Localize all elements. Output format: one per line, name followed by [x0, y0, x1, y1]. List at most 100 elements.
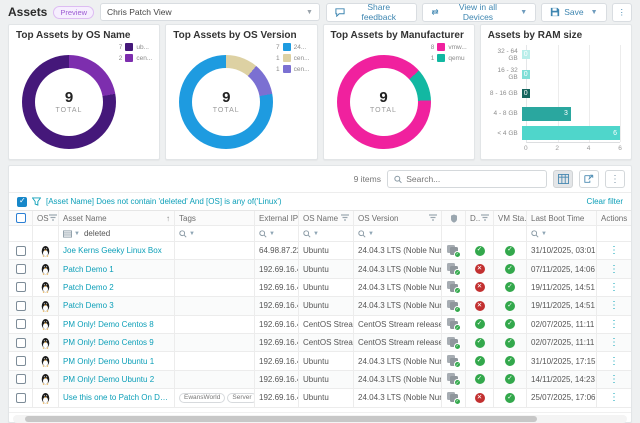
asset-name-link[interactable]: PM Only! Demo Ubuntu 2 [63, 375, 154, 384]
table-row[interactable]: Patch Demo 2 192.69.16.4 Ubuntu 24.04.3 … [9, 279, 631, 297]
asset-name-link[interactable]: Patch Demo 1 [63, 265, 114, 274]
row-checkbox[interactable] [16, 301, 26, 311]
search-input[interactable] [406, 174, 540, 184]
table-row[interactable]: Use this one to Patch On Demand EwansWor… [9, 389, 631, 407]
table-row[interactable]: Patch Demo 1 192.69.16.4 Ubuntu 24.04.3 … [9, 260, 631, 278]
table-row[interactable]: PM Only! Demo Centos 9 192.69.16.4 CentO… [9, 334, 631, 352]
view-selector-dropdown[interactable]: Chris Patch View ▼ [100, 3, 320, 21]
column-filter-icon[interactable] [49, 214, 57, 223]
row-actions-menu[interactable]: ⋮ [609, 392, 619, 403]
tags-filter-cell[interactable]: ▼ [175, 226, 255, 242]
row-actions-menu[interactable]: ⋮ [609, 264, 619, 275]
asset-name-link[interactable]: PM Only! Demo Ubuntu 1 [63, 357, 154, 366]
last-boot-filter-cell[interactable]: ▼ [527, 226, 597, 242]
asset-name-link[interactable]: Patch Demo 2 [63, 283, 114, 292]
save-button[interactable]: Save ▼ [541, 3, 606, 22]
row-actions-menu[interactable]: ⋮ [609, 300, 619, 311]
filter-enabled-checkbox[interactable] [17, 197, 27, 207]
col-os[interactable]: OS [37, 214, 49, 223]
row-checkbox[interactable] [16, 356, 26, 366]
col-asset-name[interactable]: Asset Name [63, 214, 107, 223]
os-version-filter-cell[interactable]: ▼ [354, 226, 442, 242]
row-actions-menu[interactable]: ⋮ [609, 337, 619, 348]
column-filter-icon[interactable] [481, 214, 489, 223]
legend-item[interactable]: 1cen... [272, 65, 310, 73]
row-checkbox[interactable] [16, 393, 26, 403]
legend-item[interactable]: 2cen... [114, 54, 152, 62]
os-name-cell: Ubuntu [299, 297, 354, 315]
bar[interactable]: 0 [522, 50, 530, 59]
table-row[interactable]: Patch Demo 3 192.69.16.4 Ubuntu 24.04.3 … [9, 297, 631, 315]
asset-name-link[interactable]: Patch Demo 3 [63, 301, 114, 310]
chart-card-os-name: Top Assets by OS Name9TOTAL7ub...2cen... [8, 24, 160, 160]
legend-item[interactable]: 1qemu [426, 54, 466, 62]
table-more-menu-button[interactable]: ⋮ [605, 170, 625, 188]
row-actions-menu[interactable]: ⋮ [609, 319, 619, 330]
asset-name-link[interactable]: PM Only! Demo Centos 8 [63, 320, 154, 329]
shield-icon [450, 214, 458, 223]
row-checkbox[interactable] [16, 319, 26, 329]
row-checkbox[interactable] [16, 246, 26, 256]
table-row[interactable]: PM Only! Demo Ubuntu 1 192.69.16.4 Ubunt… [9, 352, 631, 370]
col-vm-status[interactable]: VM Sta.. [494, 211, 527, 226]
row-checkbox[interactable] [16, 374, 26, 384]
row-actions-menu[interactable]: ⋮ [609, 245, 619, 256]
bar-value-label: 0 [524, 90, 528, 97]
row-actions-menu[interactable]: ⋮ [609, 282, 619, 293]
clear-filter-link[interactable]: Clear filter [587, 197, 623, 206]
asset-name-filter-cell[interactable]: ▼ deleted [59, 226, 175, 242]
legend-item[interactable]: 1cen... [272, 54, 310, 62]
column-filter-icon[interactable] [341, 214, 349, 223]
external-ip-cell: 192.69.16.4 [255, 352, 299, 370]
view-in-all-devices-button[interactable]: ⇄ View in all Devices ▼ [422, 3, 536, 22]
status-ok-icon: ✓ [505, 356, 515, 366]
asset-name-link[interactable]: PM Only! Demo Centos 9 [63, 338, 154, 347]
linux-penguin-icon [40, 300, 51, 312]
bar[interactable]: 3 [522, 107, 571, 121]
row-checkbox[interactable] [16, 264, 26, 274]
row-checkbox[interactable] [16, 338, 26, 348]
select-all-checkbox[interactable] [16, 213, 26, 223]
row-actions-menu[interactable]: ⋮ [609, 356, 619, 367]
bar[interactable]: 6 [522, 126, 620, 140]
status-error-icon: ✕ [475, 282, 485, 292]
export-button[interactable] [579, 170, 599, 188]
col-external-ip[interactable]: External IP [255, 211, 299, 226]
col-os-version[interactable]: OS Version [358, 214, 398, 223]
col-tags[interactable]: Tags [175, 211, 255, 226]
share-feedback-button[interactable]: Share feedback [326, 3, 418, 22]
legend-item[interactable]: 724... [272, 43, 310, 51]
bar[interactable]: 0 [522, 89, 530, 98]
table-row[interactable]: PM Only! Demo Ubuntu 2 192.69.16.4 Ubunt… [9, 371, 631, 389]
col-d-status[interactable]: D.. [470, 214, 480, 223]
legend-item[interactable]: 7ub... [114, 43, 152, 51]
row-checkbox[interactable] [16, 282, 26, 292]
scrollbar-thumb[interactable] [25, 416, 537, 422]
sort-ascending-icon[interactable]: ↑ [166, 214, 170, 223]
row-actions-menu[interactable]: ⋮ [609, 374, 619, 385]
header-more-menu-button[interactable]: ⋮ [612, 3, 633, 22]
filter-expression[interactable]: [Asset Name] Does not contain 'deleted' … [46, 197, 282, 206]
column-filter-icon[interactable] [429, 214, 437, 223]
asset-name-link[interactable]: Joe Kerns Geeky Linux Box [63, 246, 162, 255]
horizontal-scrollbar[interactable] [13, 415, 627, 423]
legend-item[interactable]: 8vmw... [426, 43, 466, 51]
table-row[interactable]: PM Only! Demo Centos 8 192.69.16.4 CentO… [9, 316, 631, 334]
export-icon [584, 174, 594, 184]
external-ip-cell: 64.98.87.22 [255, 242, 299, 260]
asset-name-filter-value[interactable]: deleted [84, 229, 110, 238]
search-icon [259, 230, 267, 238]
table-row[interactable]: Joe Kerns Geeky Linux Box 64.98.87.22 Ub… [9, 242, 631, 260]
external-ip-filter-cell[interactable]: ▼ [255, 226, 299, 242]
last-boot-cell: 14/11/2025, 14:23 [527, 371, 597, 389]
col-os-name[interactable]: OS Name [303, 214, 338, 223]
last-boot-cell: 19/11/2025, 14:51 [527, 279, 597, 297]
search-box[interactable] [387, 170, 547, 188]
col-last-boot[interactable]: Last Boot Time [527, 211, 597, 226]
os-name-filter-cell[interactable]: ▼ [299, 226, 354, 242]
asset-name-link[interactable]: Use this one to Patch On Demand [63, 393, 170, 402]
column-chooser-icon [558, 174, 569, 184]
col-agent-shield[interactable] [442, 211, 466, 226]
bar[interactable]: 0 [522, 70, 530, 79]
column-chooser-button[interactable] [553, 170, 573, 188]
